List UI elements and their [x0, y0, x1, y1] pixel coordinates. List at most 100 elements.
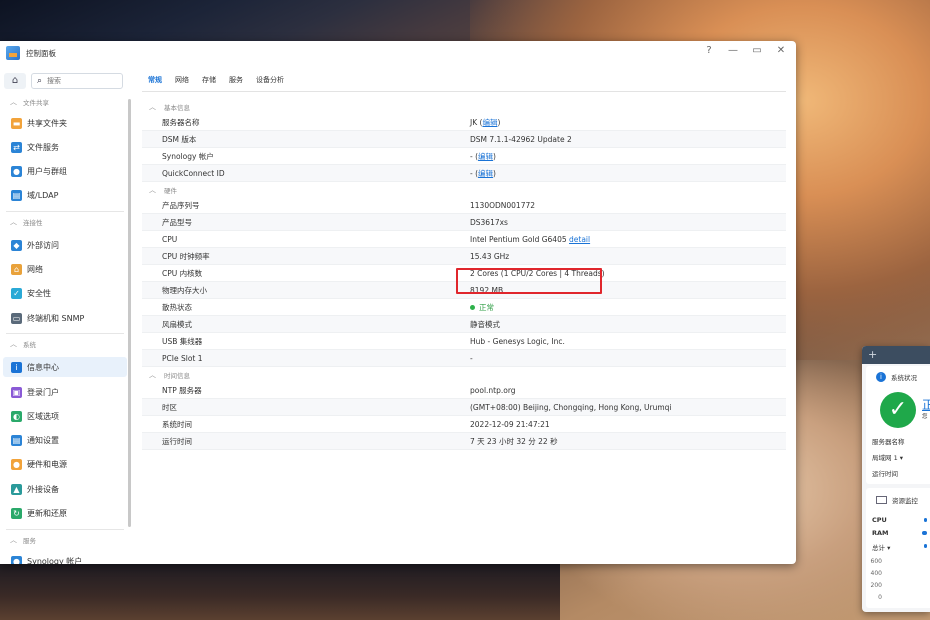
resource-monitor-title: 资源监控: [892, 497, 918, 505]
wallpaper-shadow: [0, 560, 560, 620]
control-panel-window: 控制面板 ? — ▭ ✕ ⌂ ⌕ ︿ 文件共享 ▬ 共享文件夹 ⇄ 文件服务 ● 用户与群组 ▤…: [0, 41, 796, 564]
home-icon[interactable]: ⌂: [4, 73, 26, 89]
info-key: Synology 帐户: [162, 151, 214, 161]
chevron-up-icon: ︿: [149, 102, 156, 111]
info-value-text: 正常: [479, 302, 494, 312]
chevron-up-icon: ︿: [10, 218, 17, 226]
healthy-check-icon: ✓: [880, 392, 916, 428]
sidebar-item-shared-folder[interactable]: ▬ 共享文件夹: [3, 113, 127, 133]
edit-link[interactable]: 编辑: [478, 169, 493, 178]
section-title: 硬件: [164, 186, 177, 195]
sidebar-divider: [6, 333, 124, 334]
tab-service[interactable]: 服务: [229, 75, 243, 85]
section-header-basic[interactable]: ︿ 基本信息: [142, 99, 786, 114]
info-key: CPU 内核数: [162, 268, 203, 278]
edit-link[interactable]: 编辑: [482, 118, 497, 127]
system-status-title: 系统状况: [891, 374, 917, 382]
sidebar-item-hardware-power[interactable]: ● 硬件和电源: [3, 454, 127, 474]
minimize-icon[interactable]: —: [728, 45, 738, 56]
info-row: 散热状态 正常: [142, 299, 786, 316]
info-value-text: pool.ntp.org: [470, 385, 516, 395]
sidebar-search-row: ⌂ ⌕: [4, 73, 123, 89]
title-bar[interactable]: 控制面板 ? — ▭ ✕: [0, 41, 796, 65]
search-box[interactable]: ⌕: [31, 73, 123, 89]
sidebar-item-regional-options[interactable]: ◐ 区域选项: [3, 406, 127, 426]
sidebar-item-user-group[interactable]: ● 用户与群组: [3, 161, 127, 181]
info-value-text: DSM 7.1.1-42962 Update 2: [470, 134, 572, 144]
info-value: 1130ODN001772: [470, 201, 535, 210]
info-center-icon: i: [11, 361, 22, 373]
sidebar-item-label: 外部访问: [27, 240, 59, 250]
axis-tick: 600: [870, 558, 882, 565]
info-row: 系统时间 2022-12-09 21:47:21: [142, 416, 786, 433]
status-headline[interactable]: 正: [922, 396, 930, 413]
monitor-total-dropdown[interactable]: 总计 ▾: [872, 542, 890, 552]
sidebar-item-security[interactable]: ✓ 安全性: [3, 283, 127, 303]
hardware-power-icon: ●: [11, 458, 22, 470]
info-key: 风扇模式: [162, 319, 192, 329]
tab-storage[interactable]: 存储: [202, 75, 216, 85]
info-key: 时区: [162, 402, 177, 412]
sidebar-scrollbar[interactable]: [128, 99, 131, 527]
section-header-time[interactable]: ︿ 时间信息: [142, 367, 786, 382]
sidebar-item-file-services[interactable]: ⇄ 文件服务: [3, 137, 127, 157]
sidebar-item-label: 用户与群组: [27, 166, 67, 176]
info-row: 风扇模式 静音模式: [142, 316, 786, 333]
external-devices-icon: ▲: [11, 483, 22, 495]
sidebar-item-network[interactable]: ⌂ 网络: [3, 259, 127, 279]
info-value: Intel Pentium Gold G6405 detail: [470, 235, 590, 244]
sidebar-divider: [6, 211, 124, 212]
regional-options-icon: ◐: [11, 410, 22, 422]
status-lan-label[interactable]: 局域网 1 ▾: [872, 452, 903, 462]
help-icon[interactable]: ?: [704, 45, 714, 56]
tab-general[interactable]: 常规: [148, 75, 162, 85]
cpu-highlight-box: [456, 268, 602, 294]
info-value-text: -: [470, 168, 473, 178]
sidebar-item-external-access[interactable]: ◆ 外部访问: [3, 235, 127, 255]
sidebar-item-info-center[interactable]: i 信息中心: [3, 357, 127, 377]
axis-tick: 200: [870, 582, 882, 589]
info-key: 产品型号: [162, 217, 192, 227]
info-value-text: Intel Pentium Gold G6405: [470, 234, 567, 244]
section-title: 时间信息: [164, 371, 190, 380]
info-value: (GMT+08:00) Beijing, Chongqing, Hong Kon…: [470, 403, 672, 412]
info-value: - (编辑): [470, 168, 496, 178]
info-value-text: 1130ODN001772: [470, 200, 536, 210]
tab-device-analytics[interactable]: 设备分析: [256, 75, 284, 85]
sidebar-category-file-sharing[interactable]: ︿ 文件共享: [10, 97, 49, 107]
sidebar-category-system[interactable]: ︿ 系统: [10, 339, 36, 349]
sidebar-item-synology-account[interactable]: ● Synology 帐户: [3, 551, 127, 564]
system-status-widget: i 系统状况 ✓ 正 您 服务器名称 局域网 1 ▾ 运行时间: [866, 366, 930, 484]
tab-divider: [142, 91, 786, 92]
close-icon[interactable]: ✕: [776, 45, 786, 56]
sidebar-category-connectivity[interactable]: ︿ 连接性: [10, 217, 43, 227]
sidebar-item-label: 更新和还原: [27, 508, 67, 518]
sidebar-item-notification[interactable]: ▤ 通知设置: [3, 430, 127, 450]
search-icon: ⌕: [37, 76, 43, 86]
sidebar-category-services[interactable]: ︿ 服务: [10, 535, 36, 545]
edit-link[interactable]: 编辑: [478, 152, 493, 161]
sidebar-item-terminal-snmp[interactable]: ▭ 终端机和 SNMP: [3, 308, 127, 328]
maximize-icon[interactable]: ▭: [752, 45, 762, 56]
sidebar-item-external-devices[interactable]: ▲ 外接设备: [3, 479, 127, 499]
tab-network[interactable]: 网络: [175, 75, 189, 85]
info-key: QuickConnect ID: [162, 168, 225, 178]
sidebar-item-update-restore[interactable]: ↻ 更新和还原: [3, 503, 127, 523]
sidebar-category-label: 系统: [23, 341, 36, 349]
sidebar-item-login-portal[interactable]: ▣ 登录门户: [3, 382, 127, 402]
sidebar-item-label: 登录门户: [27, 387, 59, 397]
info-value: Hub - Genesys Logic, Inc.: [470, 337, 565, 346]
info-key: USB 集线器: [162, 336, 203, 346]
info-row: 时区 (GMT+08:00) Beijing, Chongqing, Hong K…: [142, 399, 786, 416]
add-widget-button[interactable]: +: [862, 346, 930, 364]
section-header-hardware[interactable]: ︿ 硬件: [142, 182, 786, 197]
search-input[interactable]: [47, 77, 108, 85]
widget-panel: + i 系统状况 ✓ 正 您 服务器名称 局域网 1 ▾ 运行时间 资源监控 C…: [862, 346, 930, 612]
sidebar-item-domain-ldap[interactable]: ▤ 域/LDAP: [3, 185, 127, 205]
cpu-detail-link[interactable]: detail: [569, 235, 590, 244]
info-value: pool.ntp.org: [470, 386, 516, 395]
file-services-icon: ⇄: [11, 141, 22, 153]
info-key: PCIe Slot 1: [162, 353, 203, 363]
status-ok-icon: [470, 305, 475, 310]
info-row: 产品型号 DS3617xs: [142, 214, 786, 231]
